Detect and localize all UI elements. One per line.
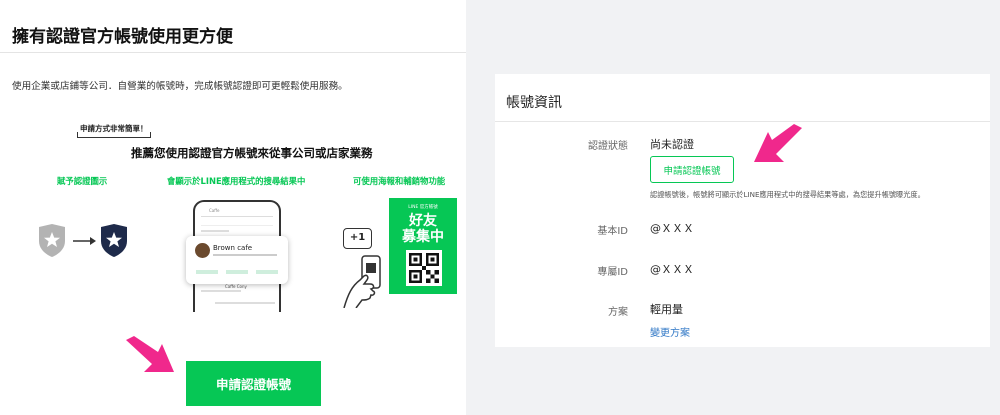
result-subtext — [213, 254, 277, 256]
verified-shield-icon — [101, 224, 127, 257]
cafe-avatar — [195, 243, 210, 258]
divider — [495, 121, 990, 122]
gray-shield-icon — [39, 224, 65, 257]
premium-id-label: 專屬ID — [597, 267, 628, 278]
feature-search-label: 會顯示於LINE應用程式的搜尋結果中 — [167, 176, 306, 186]
friends-wanted-poster: LINE 官方帳號 好友 募集中 — [389, 198, 457, 294]
phone-text-line — [201, 290, 241, 292]
plus-one-badge: +1 — [343, 228, 372, 249]
recommend-heading: 推薦您使用認證官方帳號來從事公司或店家業務 — [131, 146, 373, 160]
apply-verification-button[interactable]: 申請認證帳號 — [186, 361, 321, 406]
divider — [0, 52, 466, 53]
basic-id-value: @ＸＸＸ — [650, 222, 694, 235]
poster-headline-line: 好友 — [409, 213, 437, 229]
feature-badge-label: 賦予認證圖示 — [57, 176, 108, 186]
qr-code-icon — [406, 250, 442, 286]
apply-verification-button-small[interactable]: 申請認證帳號 — [650, 156, 734, 183]
phone-second-result: Caffe Cony — [225, 284, 247, 289]
poster-headline: 好友 募集中 — [389, 213, 457, 245]
result-actions — [196, 270, 278, 275]
basic-id-label: 基本ID — [597, 226, 628, 237]
plan-label: 方案 — [608, 307, 628, 318]
hand-holding-phone-icon — [343, 255, 381, 308]
page-description: 使用企業或店鋪等公司．自營業的帳號時，完成帳號認證即可更輕鬆使用服務。 — [12, 81, 348, 92]
feature-poster-label: 可使用海報和輔銷物功能 — [353, 176, 446, 186]
account-info-title: 帳號資訊 — [506, 95, 562, 111]
poster-headline-line: 募集中 — [402, 229, 444, 245]
verification-illustration: 申請方式非常簡單！ 推薦您使用認證官方帳號來從事公司或店家業務 賦予認證圖示 會… — [0, 118, 466, 318]
plan-value: 輕用量 — [650, 303, 683, 316]
result-name: Brown cafe — [213, 244, 253, 252]
verification-status-value: 尚未認證 — [650, 138, 694, 151]
easy-application-tag: 申請方式非常簡單！ — [77, 124, 150, 138]
change-plan-link[interactable]: 變更方案 — [650, 324, 690, 339]
phone-search-bar: Caffe — [201, 208, 273, 217]
phone-tabs — [201, 220, 273, 226]
pink-arrow-icon — [126, 336, 174, 372]
left-panel: 擁有認證官方帳號使用更方便 使用企業或店鋪等公司．自營業的帳號時，完成帳號認證即… — [0, 0, 466, 415]
phone-text-line — [215, 302, 275, 304]
search-result-card: Brown cafe — [186, 236, 288, 284]
page-title: 擁有認證官方帳號使用更方便 — [12, 27, 233, 47]
verification-status-label: 認證狀態 — [588, 141, 628, 152]
badge-upgrade-graphic — [37, 224, 132, 258]
arrow-right-icon — [73, 237, 96, 245]
phone-text-line — [201, 230, 229, 232]
pink-arrow-icon — [754, 124, 802, 162]
verification-note: 認證帳號後，帳號將可顯示於LINE應用程式中的搜尋結果等處，為您提升帳號曝光度。 — [650, 190, 925, 199]
premium-id-value: @ＸＸＸ — [650, 263, 694, 276]
account-info-panel: 帳號資訊 認證狀態 尚未認證 申請認證帳號 認證帳號後，帳號將可顯示於LINE應… — [495, 74, 990, 347]
poster-caption: LINE 官方帳號 — [408, 205, 438, 210]
